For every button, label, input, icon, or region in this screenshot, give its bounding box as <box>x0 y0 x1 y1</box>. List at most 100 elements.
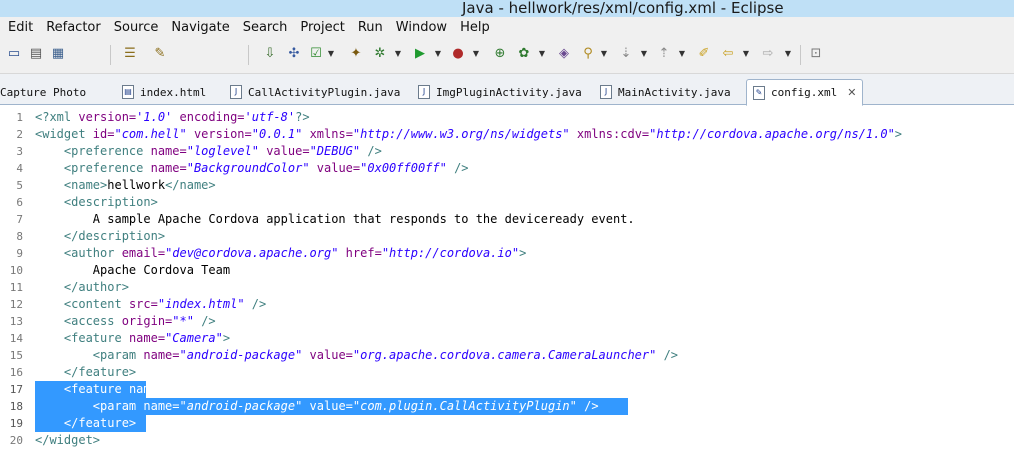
line-number: 9 <box>16 247 23 260</box>
token-val: "*" <box>172 314 194 328</box>
menu-project[interactable]: Project <box>294 20 351 35</box>
tab-imgpluginactivity-java[interactable]: J ImgPluginActivity.java <box>418 80 582 104</box>
check-icon[interactable]: ☑ <box>308 46 324 62</box>
token-tag: <preference <box>63 144 151 158</box>
code-line[interactable]: 11 </author> <box>0 279 1014 296</box>
chevron-down-icon[interactable]: ▼ <box>472 46 480 62</box>
token-attr: value= <box>309 161 361 175</box>
print-icon[interactable]: ▤ <box>28 46 44 62</box>
code-line[interactable]: 15 <param name="android-package" value="… <box>0 347 1014 364</box>
code-line[interactable]: 8 </description> <box>0 228 1014 245</box>
chevron-down-icon[interactable]: ▼ <box>538 46 546 62</box>
code-line[interactable]: 14 <feature name="Camera"> <box>0 330 1014 347</box>
properties-icon[interactable]: ▦ <box>50 46 66 62</box>
code-text: <param name="android-package" value="com… <box>35 398 599 415</box>
code-text: </feature> <box>35 364 136 381</box>
chevron-down-icon[interactable]: ▼ <box>327 46 335 62</box>
tab-config-xml[interactable]: ✎ config.xml ✕ <box>746 79 864 106</box>
code-line[interactable]: 16 </feature> <box>0 364 1014 381</box>
line-number: 7 <box>16 213 23 226</box>
line-number: 18 <box>9 400 23 413</box>
menu-window[interactable]: Window <box>390 20 454 35</box>
token-tag: <param <box>92 399 144 413</box>
new-package-icon[interactable]: ✿ <box>516 46 532 62</box>
token-attr: name= <box>150 144 187 158</box>
token-attr: xmlns:cdv= <box>569 127 650 141</box>
code-line[interactable]: 17 <feature name="CallActivityPlugin"> <box>0 381 1014 398</box>
search-icon[interactable]: ⚲ <box>580 46 596 62</box>
chevron-down-icon[interactable]: ▼ <box>742 46 750 62</box>
token-attr: email= <box>121 246 166 260</box>
outline-icon[interactable]: ☰ <box>122 46 138 62</box>
code-line[interactable]: 9 <author email="dev@cordova.apache.org"… <box>0 245 1014 262</box>
code-line[interactable]: 20 </widget> <box>0 432 1014 449</box>
menu-run[interactable]: Run <box>352 20 390 35</box>
task-icon[interactable]: ✎ <box>152 46 168 62</box>
external-run-icon[interactable]: ● <box>450 46 466 62</box>
code-editor[interactable]: 1 <?xml version='1.0' encoding='utf-8'?> 2… <box>0 106 1014 449</box>
chevron-down-icon[interactable]: ▼ <box>600 46 608 62</box>
menu-help[interactable]: Help <box>454 20 497 35</box>
code-line[interactable]: 4 <preference name="BackgroundColor" val… <box>0 160 1014 177</box>
debug-icon[interactable]: ✲ <box>372 46 388 62</box>
code-text: <widget id="com.hell" version="0.0.1" xm… <box>35 126 902 143</box>
tab-label: index.html <box>140 85 207 99</box>
code-line[interactable]: 3 <preference name="loglevel" value="DEB… <box>0 143 1014 160</box>
new-class-icon[interactable]: ⊕ <box>492 46 508 62</box>
wrench-icon[interactable]: ✦ <box>348 46 364 62</box>
back-icon[interactable]: ⇦ <box>720 46 736 62</box>
tab-mainactivity-java[interactable]: J MainActivity.java <box>600 80 731 104</box>
menu-edit[interactable]: Edit <box>2 20 40 35</box>
code-line[interactable]: 18 <param name="android-package" value="… <box>0 398 1014 415</box>
tab-callactivityplugin-java[interactable]: J CallActivityPlugin.java <box>230 80 400 104</box>
code-line[interactable]: 19 </feature> <box>0 415 1014 432</box>
code-line[interactable]: 2 <widget id="com.hell" version="0.0.1" x… <box>0 126 1014 143</box>
code-text: Apache Cordova Team <box>35 262 230 279</box>
pin-editor-icon[interactable]: ⊡ <box>808 46 824 62</box>
token-attr: name= <box>150 161 187 175</box>
token-tag: > <box>519 246 527 260</box>
chevron-down-icon[interactable]: ▼ <box>434 46 442 62</box>
bug-icon[interactable]: ✣ <box>286 46 302 62</box>
close-icon[interactable]: ✕ <box>847 86 856 99</box>
tab-capture-photo[interactable]: Capture Photo <box>0 80 86 104</box>
chevron-down-icon[interactable]: ▼ <box>640 46 648 62</box>
code-line[interactable]: 1 <?xml version='1.0' encoding='utf-8'?> <box>0 109 1014 126</box>
menu-navigate[interactable]: Navigate <box>165 20 236 35</box>
code-line[interactable]: 13 <access origin="*" /> <box>0 313 1014 330</box>
token-attr: href= <box>338 246 382 260</box>
code-line[interactable]: 5 <name>hellwork</name> <box>0 177 1014 194</box>
code-line[interactable]: 7 A sample Apache Cordova application th… <box>0 211 1014 228</box>
tab-label: ImgPluginActivity.java <box>436 85 582 99</box>
code-line[interactable]: 6 <description> <box>0 194 1014 211</box>
token-tag: /> <box>244 297 267 311</box>
token-val: "CallActivityPlugin" <box>165 382 310 396</box>
chevron-down-icon[interactable]: ▼ <box>394 46 402 62</box>
chevron-down-icon[interactable]: ▼ <box>678 46 686 62</box>
menu-refactor[interactable]: Refactor <box>40 20 108 35</box>
last-edit-icon[interactable]: ✐ <box>696 46 712 62</box>
save-icon[interactable]: ▭ <box>6 46 22 62</box>
next-annotation-icon[interactable]: ⇣ <box>618 46 634 62</box>
prev-annotation-icon[interactable]: ⇡ <box>656 46 672 62</box>
download-icon[interactable]: ⇩ <box>262 46 278 62</box>
line-number: 17 <box>9 383 23 396</box>
chevron-down-icon[interactable]: ▼ <box>784 46 792 62</box>
menu-source[interactable]: Source <box>108 20 166 35</box>
token-tag: </author> <box>63 280 129 294</box>
window-titlebar: Java - hellwork/res/xml/config.xml - Ecl… <box>0 0 1014 17</box>
token-tag: /> <box>656 348 679 362</box>
line-number: 8 <box>16 230 23 243</box>
toolbar-separator <box>800 45 801 65</box>
open-type-icon[interactable]: ◈ <box>556 46 572 62</box>
token-attr: value= <box>258 144 310 158</box>
tab-index-html[interactable]: ▤ index.html <box>122 80 206 104</box>
code-text: <access origin="*" /> <box>35 313 216 330</box>
code-line[interactable]: 12 <content src="index.html" /> <box>0 296 1014 313</box>
code-line[interactable]: 10 Apache Cordova Team <box>0 262 1014 279</box>
run-icon[interactable]: ▶ <box>412 46 428 62</box>
forward-icon[interactable]: ⇨ <box>760 46 776 62</box>
menu-search[interactable]: Search <box>237 20 295 35</box>
